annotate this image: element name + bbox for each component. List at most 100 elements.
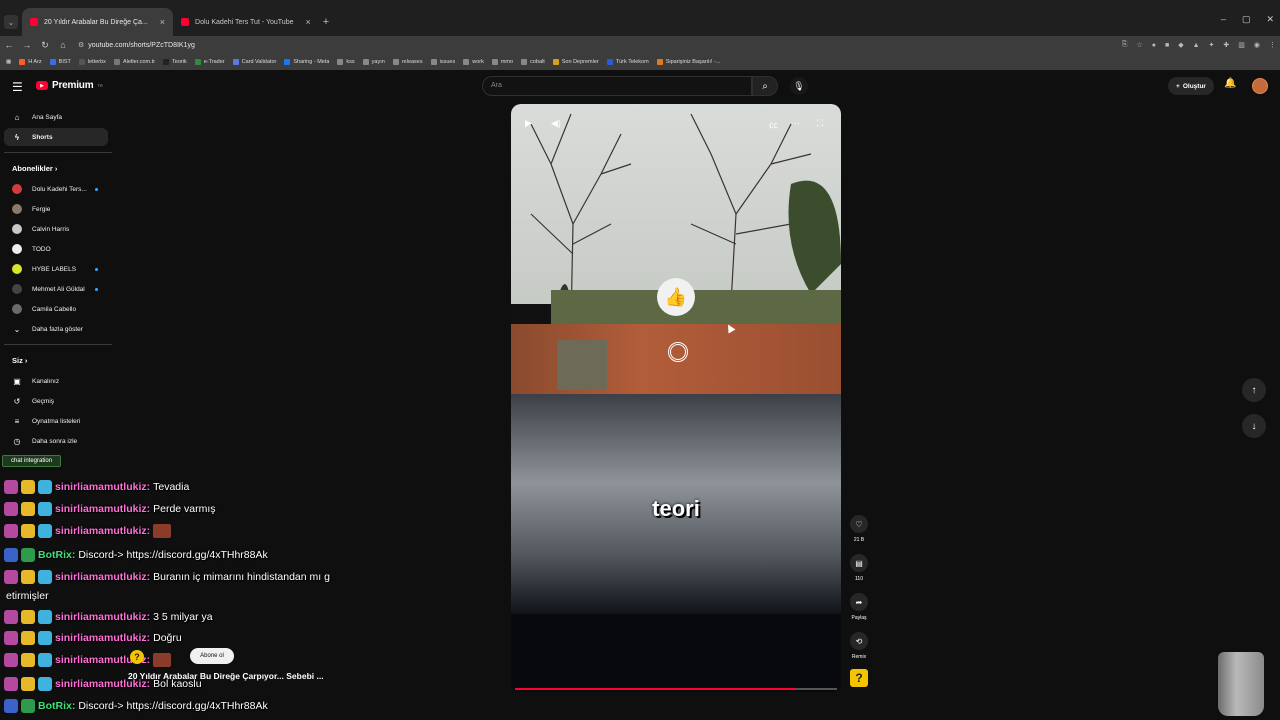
sidebar-item-playlists[interactable]: ≡ Oynatma listeleri <box>4 412 108 430</box>
tab-search-button[interactable]: ⌄ <box>4 15 18 29</box>
bookmark-item[interactable]: Teorik <box>163 59 187 65</box>
bookmark-star-icon[interactable]: ☆ <box>1136 41 1142 49</box>
sidebar-item-channel[interactable]: ▣ Kanalınız <box>4 372 108 390</box>
extension-icon[interactable]: ▲ <box>1193 42 1200 49</box>
channel-avatar <box>12 184 22 194</box>
gift-badge-icon <box>38 502 52 516</box>
gift-badge-icon <box>38 631 52 645</box>
avatar[interactable] <box>1252 78 1268 94</box>
sidebar-item-history[interactable]: ↺ Geçmiş <box>4 392 108 410</box>
share-button[interactable]: ➦ Paylaş <box>846 593 872 621</box>
crown-badge-icon <box>21 570 35 584</box>
bookmark-item[interactable]: releases <box>392 59 423 65</box>
sub-badge-icon <box>4 502 18 516</box>
play-icon[interactable]: ▶ <box>525 118 532 129</box>
sound-question-icon[interactable]: ? <box>850 669 868 687</box>
volume-icon[interactable]: ◀) <box>551 118 561 129</box>
bookmark-item[interactable]: work <box>463 59 484 65</box>
next-short-button[interactable]: ↓ <box>1242 414 1266 438</box>
extension-icon[interactable]: ✦ <box>1209 41 1215 49</box>
create-button[interactable]: + Oluştur <box>1168 77 1214 95</box>
fullscreen-icon[interactable]: ⛶ <box>817 118 823 129</box>
bookmark-item[interactable]: issues <box>430 59 455 65</box>
sidebar: ⌂ Ana Sayfa ϟ Shorts Abonelikler › Dolu … <box>0 104 116 464</box>
comments-button[interactable]: ▤ 110 <box>846 554 872 582</box>
shorts-title[interactable]: 20 Yıldır Arabalar Bu Direğe Çarpıyor...… <box>128 671 324 681</box>
captions-icon[interactable]: ㏄ <box>769 118 778 131</box>
bookmark-item[interactable]: Türk Telekom <box>606 59 649 65</box>
folder-icon <box>491 59 498 65</box>
folder-icon <box>521 59 528 65</box>
maximize-icon[interactable]: ▢ <box>1242 14 1251 25</box>
search-button[interactable]: ⌕ <box>752 76 778 96</box>
subscription-item[interactable]: Calvin Harris <box>4 220 108 238</box>
bookmark-item[interactable]: cobalt <box>521 59 545 65</box>
bookmark-item[interactable]: Sharing - Meta <box>284 59 329 65</box>
subscription-item[interactable]: Mehmet Ali Güldal <box>4 280 108 298</box>
new-content-dot <box>95 188 98 191</box>
subscription-item[interactable]: Camila Cabello <box>4 300 108 318</box>
verified-badge-icon <box>21 699 35 713</box>
help-icon[interactable]: ? <box>130 650 144 664</box>
install-icon[interactable]: ⎘ <box>1122 41 1128 49</box>
subscription-item[interactable]: Dolu Kadehi Ters... <box>4 180 108 198</box>
search-input[interactable]: Ara <box>482 76 752 96</box>
bookmark-item[interactable]: letterbx <box>78 59 106 65</box>
sidebar-item-watch-later[interactable]: ◷ Daha sonra izle <box>4 432 108 450</box>
close-tab-icon[interactable]: × <box>306 17 311 27</box>
extension-icon[interactable]: ■ <box>1165 42 1169 49</box>
bookmark-item[interactable]: Aletler.com.tr <box>113 59 155 65</box>
like-button[interactable]: ♡ 21 B <box>846 515 872 543</box>
site-info-icon[interactable]: ⚙ <box>78 41 84 49</box>
extension-icon[interactable]: ● <box>1152 42 1156 49</box>
more-options-icon[interactable]: ⋯ <box>791 118 800 129</box>
close-window-icon[interactable]: ✕ <box>1266 14 1274 25</box>
bookmark-item[interactable]: H Arz <box>19 59 42 65</box>
sub-badge-icon <box>4 610 18 624</box>
profile-icon[interactable]: ◉ <box>1254 41 1260 49</box>
bookmark-item[interactable]: Card Validator <box>232 59 276 65</box>
subscription-item[interactable]: Fergie <box>4 200 108 218</box>
subscription-item[interactable]: HYBE LABELS <box>4 260 108 278</box>
bookmark-item[interactable]: mmo <box>491 59 513 65</box>
address-bar[interactable]: ⚙ youtube.com/shorts/PZcTD8IK1yg <box>78 41 195 50</box>
show-more-button[interactable]: ⌄ Daha fazla göster <box>4 320 108 338</box>
shorts-video-player[interactable]: ▶ ◀) ㏄ ⋯ ⛶ 👍 teori <box>511 104 841 692</box>
notifications-bell-icon[interactable]: 🔔 <box>1224 78 1236 89</box>
menu-kebab-icon[interactable]: ⋮ <box>1269 41 1276 49</box>
subscription-item[interactable]: TODO <box>4 240 108 258</box>
sidebar-item-home[interactable]: ⌂ Ana Sayfa <box>4 108 108 126</box>
subscribe-button[interactable]: Abone ol <box>190 648 234 664</box>
browser-tab-active[interactable]: 20 Yıldır Arabalar Bu Direğe Ça... × <box>22 8 174 36</box>
voice-search-button[interactable]: 🎙 <box>790 77 808 95</box>
close-tab-icon[interactable]: × <box>160 17 165 27</box>
puzzle-icon[interactable]: ✚ <box>1223 41 1229 49</box>
bookmark-item[interactable]: BIST <box>49 59 71 65</box>
previous-short-button[interactable]: ↑ <box>1242 378 1266 402</box>
you-heading[interactable]: Siz › <box>12 356 27 365</box>
sidepanel-icon[interactable]: ▥ <box>1238 41 1245 49</box>
reload-icon[interactable]: ↻ <box>36 40 54 51</box>
bookmark-item[interactable]: kss <box>337 59 355 65</box>
bookmark-item[interactable]: yayın <box>362 59 385 65</box>
remix-button[interactable]: ⟲ Remix <box>846 632 872 660</box>
sidebar-item-shorts[interactable]: ϟ Shorts <box>4 128 108 146</box>
subscriptions-heading[interactable]: Abonelikler › <box>12 164 57 173</box>
bookmark-item[interactable]: e-Trader <box>194 59 225 65</box>
browser-tab[interactable]: Dolu Kadehi Ters Tut - YouTube × <box>173 8 319 36</box>
crown-badge-icon <box>21 524 35 538</box>
menu-icon[interactable]: ☰ <box>12 80 23 94</box>
apps-icon[interactable]: ▦ <box>6 59 11 65</box>
youtube-logo[interactable]: ▶ Premium TR <box>36 80 103 91</box>
back-icon[interactable]: ← <box>0 40 18 50</box>
youtube-favicon-icon <box>181 18 190 26</box>
bookmark-item[interactable]: Siparişiniz Başarılı! -... <box>656 59 720 65</box>
sub-badge-icon <box>4 653 18 667</box>
video-progress-bar[interactable] <box>515 688 837 690</box>
home-icon[interactable]: ⌂ <box>54 40 72 50</box>
new-tab-button[interactable]: + <box>323 16 329 28</box>
minimize-icon[interactable]: – <box>1221 14 1226 25</box>
forward-icon[interactable]: → <box>18 40 36 50</box>
extension-icon[interactable]: ◆ <box>1178 41 1183 49</box>
bookmark-item[interactable]: Son Depremler <box>552 59 599 65</box>
